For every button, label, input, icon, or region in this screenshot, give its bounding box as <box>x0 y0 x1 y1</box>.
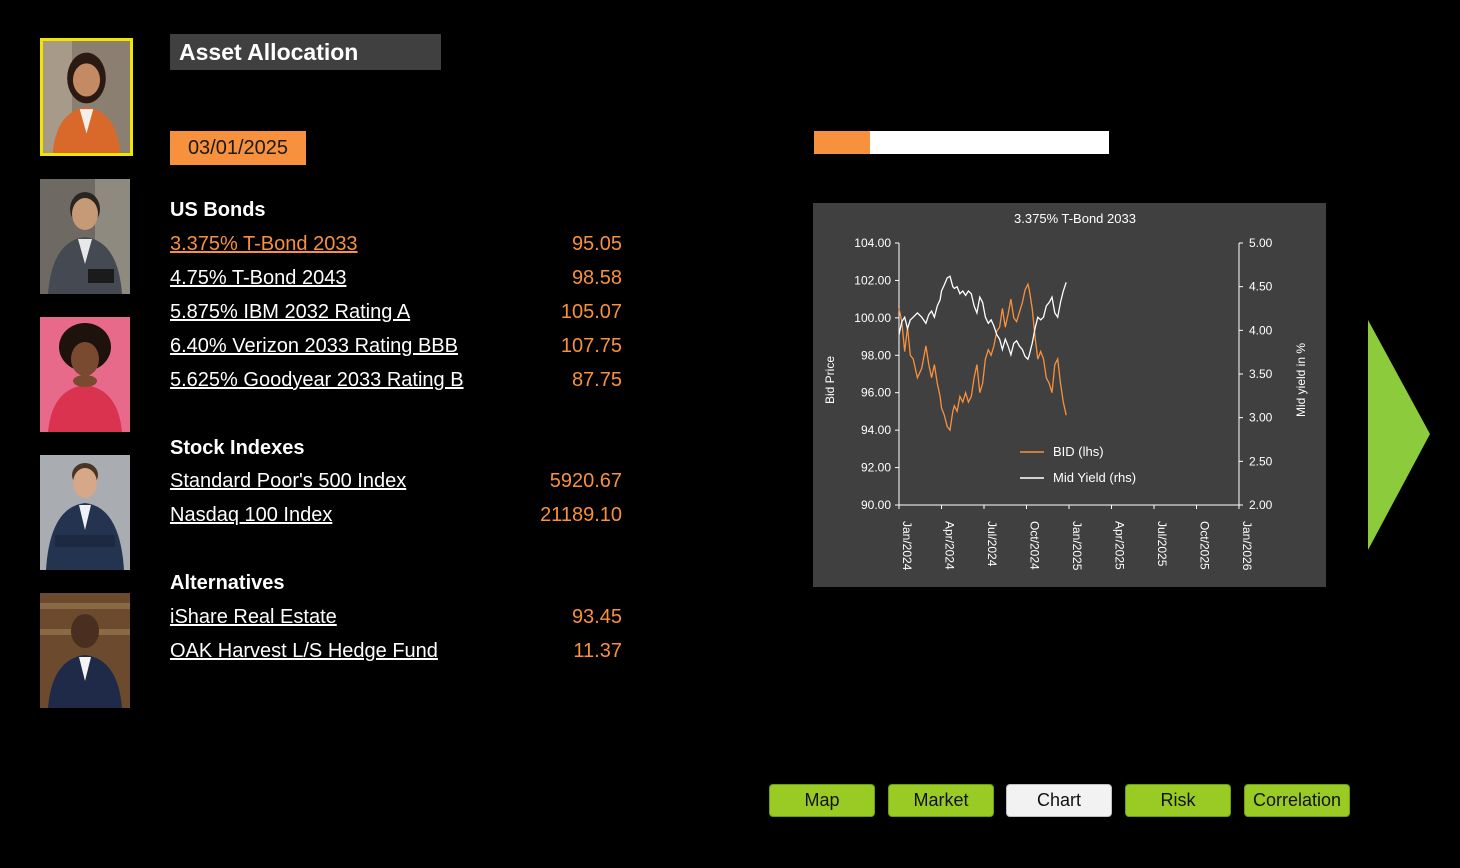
section-heading-us-bonds: US Bonds <box>170 199 266 221</box>
x-tick-label: Jul/2025 <box>1155 521 1169 567</box>
progress-bar <box>814 131 1109 154</box>
y-tick-label-left: 90.00 <box>861 498 891 512</box>
instrument-price: 98.58 <box>571 267 622 289</box>
series-line-mid-yield <box>898 275 1067 361</box>
y-tick-label-left: 96.00 <box>861 386 891 400</box>
section-heading-alternatives: Alternatives <box>170 572 285 594</box>
instrument-link-tbond-2043[interactable]: 4.75% T-Bond 2043 <box>170 267 346 290</box>
instrument-price: 105.07 <box>560 301 622 323</box>
instrument-link-ishare-real-estate[interactable]: iShare Real Estate <box>170 606 337 629</box>
portrait-image <box>40 179 130 294</box>
y-tick-label-left: 100.00 <box>854 311 891 325</box>
instrument-link-sp500[interactable]: Standard Poor's 500 Index <box>170 470 406 493</box>
portrait-image <box>40 317 130 432</box>
instrument-link-goodyear-2033[interactable]: 5.625% Goodyear 2033 Rating B <box>170 369 464 392</box>
next-arrow-icon[interactable] <box>1368 320 1432 550</box>
y-tick-label-left: 102.00 <box>854 273 891 287</box>
instrument-link-oak-harvest[interactable]: OAK Harvest L/S Hedge Fund <box>170 640 438 663</box>
nav-button-risk[interactable]: Risk <box>1125 784 1231 817</box>
nav-button-market[interactable]: Market <box>888 784 994 817</box>
nav-button-correlation[interactable]: Correlation <box>1244 784 1350 817</box>
section-heading-stock-indexes: Stock Indexes <box>170 437 305 459</box>
y-tick-label-right: 2.50 <box>1249 454 1273 468</box>
avatar-woman-pink[interactable] <box>40 317 130 432</box>
x-tick-label: Jan/2026 <box>1240 521 1254 571</box>
instrument-price: 87.75 <box>571 369 622 391</box>
page-title: Asset Allocation <box>170 34 441 70</box>
instrument-price: 21189.10 <box>540 504 622 526</box>
y-tick-label-right: 4.00 <box>1249 323 1273 337</box>
y-tick-label-left: 98.00 <box>861 348 891 362</box>
y-tick-label-left: 92.00 <box>861 461 891 475</box>
avatar-woman-orange-blazer[interactable] <box>40 38 133 156</box>
avatar-man-library[interactable] <box>40 593 130 708</box>
x-tick-label: Oct/2025 <box>1198 521 1212 570</box>
x-tick-label: Apr/2025 <box>1113 521 1127 570</box>
portrait-image <box>40 455 130 570</box>
instrument-price: 11.37 <box>573 640 622 662</box>
date-badge: 03/01/2025 <box>170 131 306 165</box>
legend-label-yield: Mid Yield (rhs) <box>1053 470 1136 485</box>
chart-title: 3.375% T-Bond 2033 <box>1014 211 1136 226</box>
avatar-man-grey-suit[interactable] <box>40 179 130 294</box>
y-tick-label-left: 94.00 <box>861 423 891 437</box>
series-line-bid <box>898 282 1067 432</box>
instrument-link-tbond-2033[interactable]: 3.375% T-Bond 2033 <box>170 233 358 256</box>
y-tick-label-right: 5.00 <box>1249 236 1273 250</box>
chart-legend: BID (lhs) Mid Yield (rhs) <box>1020 444 1136 485</box>
y-axis-label-left: Bid Price <box>823 356 837 404</box>
price-yield-chart: 3.375% T-Bond 2033 Bid Price Mid yield i… <box>813 203 1326 587</box>
instrument-price: 107.75 <box>560 335 622 357</box>
instrument-price: 93.45 <box>571 606 622 628</box>
nav-button-chart[interactable]: Chart <box>1006 784 1112 817</box>
x-tick-label: Oct/2024 <box>1028 521 1042 570</box>
x-tick-label: Jul/2024 <box>985 521 999 567</box>
instrument-price: 95.05 <box>571 233 622 255</box>
y-tick-label-right: 3.00 <box>1249 411 1273 425</box>
y-axis-label-right: Mid yield in % <box>1294 343 1308 417</box>
y-tick-label-right: 2.00 <box>1249 498 1273 512</box>
x-tick-label: Jan/2025 <box>1070 521 1084 571</box>
avatar-man-navy-suit[interactable] <box>40 455 130 570</box>
x-tick-label: Jan/2024 <box>900 521 914 571</box>
nav-button-map[interactable]: Map <box>769 784 875 817</box>
y-tick-label-right: 4.50 <box>1249 280 1273 294</box>
arrow-right-icon <box>1368 320 1430 550</box>
instrument-link-ibm-2032[interactable]: 5.875% IBM 2032 Rating A <box>170 301 410 324</box>
x-tick-label: Apr/2024 <box>943 521 957 570</box>
instrument-price: 5920.67 <box>549 470 622 492</box>
legend-label-bid: BID (lhs) <box>1053 444 1104 459</box>
portrait-image <box>40 593 130 708</box>
chart-canvas: 3.375% T-Bond 2033 Bid Price Mid yield i… <box>823 211 1308 571</box>
portrait-image <box>43 41 130 153</box>
progress-bar-fill <box>814 131 871 154</box>
instrument-link-verizon-2033[interactable]: 6.40% Verizon 2033 Rating BBB <box>170 335 458 358</box>
instrument-link-nasdaq100[interactable]: Nasdaq 100 Index <box>170 504 332 527</box>
y-tick-label-right: 3.50 <box>1249 367 1273 381</box>
y-tick-label-left: 104.00 <box>854 236 891 250</box>
